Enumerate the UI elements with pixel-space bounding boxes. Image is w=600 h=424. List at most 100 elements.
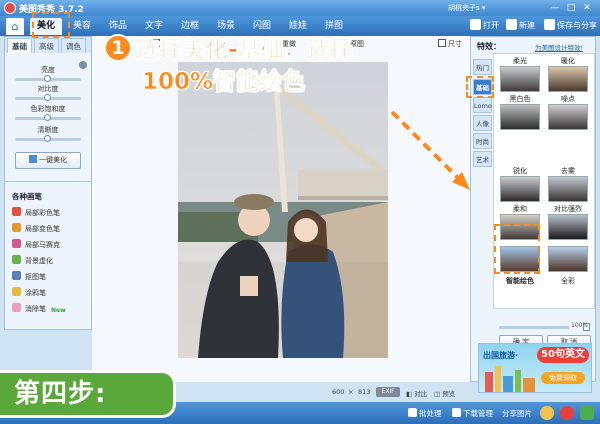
- ad-free-button[interactable]: 免费领取: [541, 372, 585, 384]
- brush-mosaic[interactable]: 局部马赛克: [12, 239, 60, 251]
- minimize-button[interactable]: —: [548, 2, 562, 14]
- brush-eraser[interactable]: 消除笔: [12, 303, 46, 315]
- new-badge: New: [51, 307, 66, 314]
- instruction-line-2: 100%智能绘色: [142, 69, 306, 96]
- effect-thumb-sharpen[interactable]: [500, 176, 540, 202]
- account-menu[interactable]: 胡桃夹子s ▾: [448, 3, 485, 13]
- subtab-advanced[interactable]: 高级: [34, 38, 59, 53]
- batch-button[interactable]: 批处理: [408, 408, 442, 419]
- ad-city-illustration: [485, 366, 535, 392]
- preview-button[interactable]: ◫ 预览: [434, 388, 455, 398]
- step-banner: 第四步:: [0, 370, 176, 418]
- effect-label: 对比强烈: [554, 205, 582, 213]
- effect-label-selected: 智能绘色: [506, 277, 534, 285]
- star-icon[interactable]: [540, 406, 554, 420]
- home-icon: ⌂: [11, 20, 19, 33]
- opacity-value: 100%: [571, 322, 589, 329]
- category-hot[interactable]: 热门: [473, 59, 492, 75]
- category-portrait[interactable]: 人像: [473, 115, 492, 131]
- instruction-line-1: 选择美化-基础，选择: [136, 37, 353, 64]
- effect-thumb-dehaze[interactable]: [548, 176, 588, 202]
- magic-wand-icon: [29, 155, 37, 163]
- effect-label: 锐化: [513, 167, 527, 175]
- effect-label: 柔光: [513, 57, 527, 65]
- effect-thumb-high-contrast[interactable]: [548, 214, 588, 240]
- app-logo-icon: [4, 2, 16, 14]
- resize-icon: [438, 39, 446, 47]
- eraser-icon: [12, 303, 21, 312]
- close-button[interactable]: ✕: [580, 2, 594, 14]
- batch-icon: [408, 408, 417, 417]
- maximize-button[interactable]: □: [564, 2, 578, 14]
- brightness-label: 亮度: [41, 66, 55, 74]
- category-fashion[interactable]: 时尚: [473, 133, 492, 149]
- image-height: 813: [358, 388, 371, 396]
- tab-cosmetic[interactable]: 美容: [66, 18, 98, 35]
- effect-thumb-softlight[interactable]: [500, 66, 540, 92]
- share-image-button[interactable]: 分享图片: [502, 408, 532, 419]
- effect-label: 黑白色: [509, 95, 531, 103]
- sharpness-slider[interactable]: [15, 135, 81, 142]
- effect-thumb-bw[interactable]: [500, 104, 540, 130]
- highlight-basic-category: [466, 76, 494, 98]
- download-manager-button[interactable]: 下载管理: [452, 408, 493, 419]
- one-click-beautify-button[interactable]: 一键美化: [15, 152, 81, 169]
- highlight-smart-color: [494, 224, 540, 274]
- brush-local-color[interactable]: 局部彩色笔: [12, 207, 60, 219]
- opacity-slider[interactable]: [499, 323, 590, 331]
- category-lomo[interactable]: Lomo: [473, 97, 492, 113]
- preview-icon: ◫: [434, 390, 443, 398]
- size-button[interactable]: 尺寸: [438, 39, 462, 49]
- effect-label: 暖化: [561, 57, 575, 65]
- download-icon: [452, 408, 461, 417]
- save-share-button[interactable]: 保存与分享: [544, 19, 597, 33]
- adjust-subtabs: 基础 高级 调色: [5, 37, 91, 53]
- panel-divider: [5, 181, 91, 182]
- tab-accessory[interactable]: 饰品: [102, 18, 134, 35]
- new-button[interactable]: 新建: [506, 19, 535, 33]
- image-width: 600: [332, 388, 345, 396]
- category-art[interactable]: 艺术: [473, 151, 492, 167]
- weibo-icon[interactable]: [560, 406, 574, 420]
- sharpness-knob[interactable]: [44, 135, 51, 142]
- home-button[interactable]: ⌂: [6, 18, 24, 35]
- effect-thumb-warm[interactable]: [548, 66, 588, 92]
- brightness-slider[interactable]: [15, 75, 81, 82]
- compare-icon: ◧: [406, 390, 415, 398]
- plus-icon[interactable]: [580, 406, 594, 420]
- saturation-slider[interactable]: [15, 114, 81, 121]
- save-icon: [544, 19, 555, 30]
- effect-label: 全彩: [561, 277, 575, 285]
- effect-thumb-full-color[interactable]: [548, 246, 588, 272]
- contrast-slider[interactable]: [15, 94, 81, 101]
- dimension-separator: ×: [348, 388, 354, 396]
- saturation-knob[interactable]: [44, 114, 51, 121]
- ad-text-travel: 出国旅游·: [483, 351, 519, 360]
- cutout-icon: [12, 271, 21, 280]
- exif-badge[interactable]: EXIF: [376, 387, 400, 397]
- contrast-label: 对比度: [37, 85, 59, 93]
- brush-cutout[interactable]: 抠图笔: [12, 271, 46, 283]
- effect-thumb-noise[interactable]: [548, 104, 588, 130]
- brush-background-blur[interactable]: 背景虚化: [12, 255, 53, 267]
- open-button[interactable]: 打开: [470, 19, 499, 33]
- ad-text-english: 50句英文: [537, 347, 589, 363]
- design-effect-link[interactable]: 为美图设计特效!: [535, 42, 583, 52]
- mosaic-icon: [12, 239, 21, 248]
- subtab-basic[interactable]: 基础: [7, 38, 32, 53]
- subtab-color[interactable]: 调色: [61, 38, 86, 53]
- photo-preview[interactable]: [178, 62, 388, 358]
- effects-title: 特效：: [477, 42, 501, 51]
- brush-section-title: 各种画笔: [12, 192, 42, 201]
- recolor-brush-icon: [12, 223, 21, 232]
- ad-banner[interactable]: 出国旅游· 50句英文 免费领取: [478, 343, 592, 393]
- contrast-knob[interactable]: [44, 94, 51, 101]
- brightness-knob[interactable]: [44, 75, 51, 82]
- title-bar: 美图秀秀 3.7.2 胡桃夹子s ▾ — □ ✕: [0, 0, 600, 16]
- effect-label: 柔和: [513, 205, 527, 213]
- compare-button[interactable]: ◧ 对比: [406, 388, 427, 398]
- brush-local-recolor[interactable]: 局部变色笔: [12, 223, 60, 235]
- folder-icon: [470, 19, 481, 30]
- highlight-beautify-tab: [32, 12, 70, 38]
- brush-doodle[interactable]: 涂鸦笔: [12, 287, 46, 299]
